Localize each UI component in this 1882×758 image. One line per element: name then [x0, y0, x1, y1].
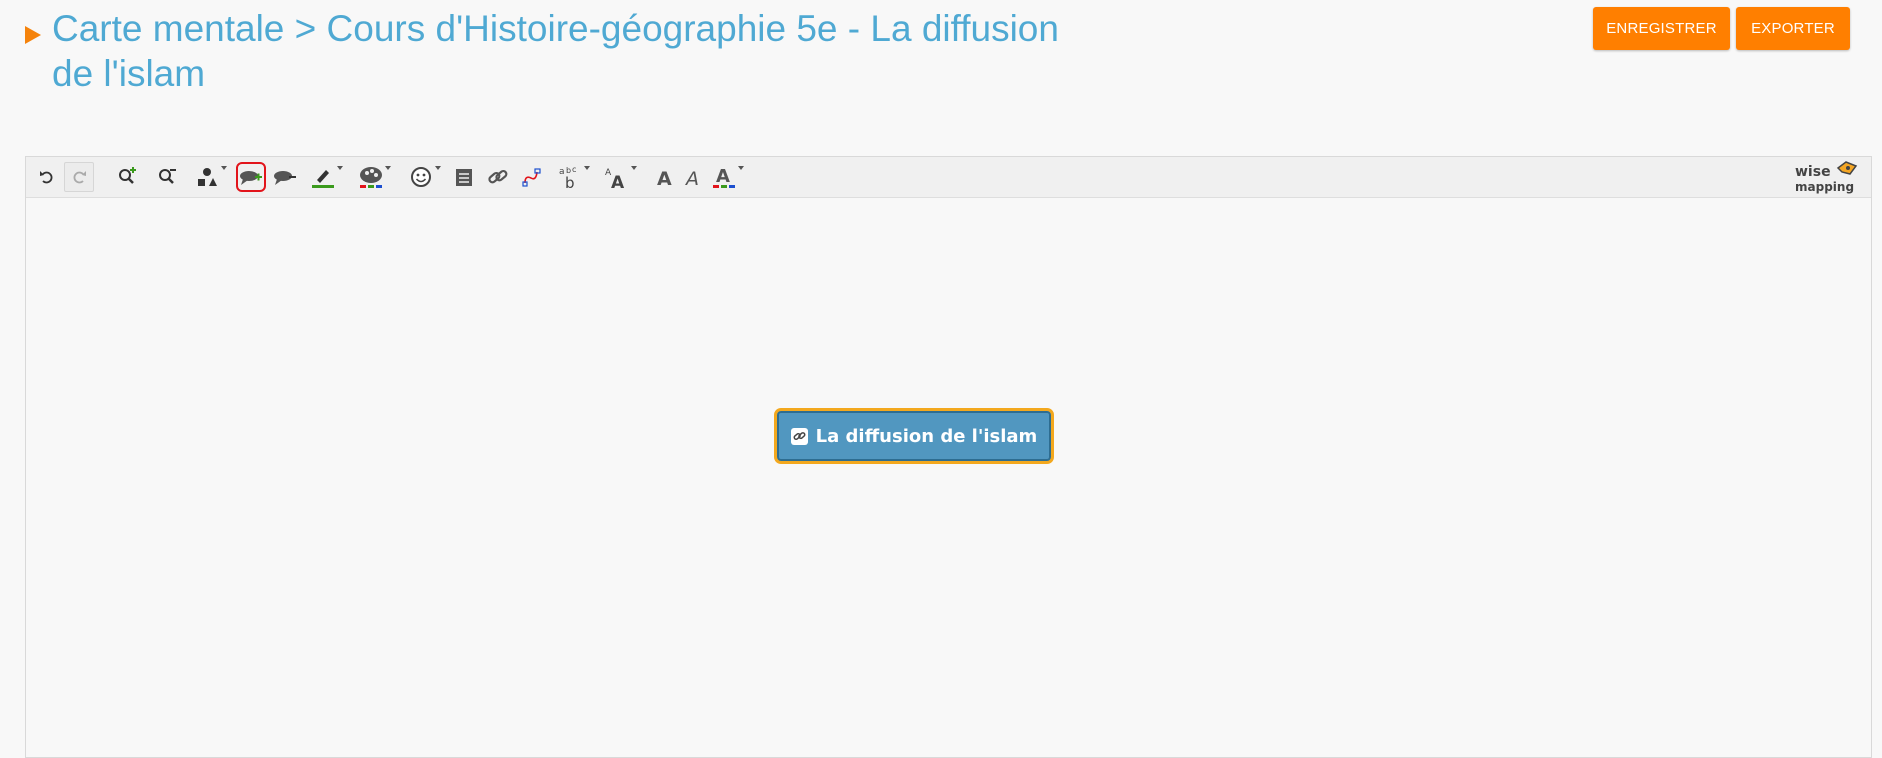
italic-icon[interactable]: A — [679, 162, 709, 192]
svg-text:A: A — [611, 173, 625, 189]
dropdown-caret-icon — [631, 166, 637, 170]
expand-arrow-icon[interactable] — [25, 26, 41, 44]
border-color-icon[interactable] — [308, 162, 343, 192]
emoji-icon[interactable] — [406, 162, 441, 192]
dropdown-caret-icon — [221, 166, 227, 170]
zoom-out-icon[interactable] — [152, 162, 182, 192]
mindmap-canvas[interactable]: La diffusion de l'islam — [26, 198, 1871, 758]
add-topic-icon[interactable] — [236, 162, 266, 192]
svg-text:mapping: mapping — [1795, 180, 1854, 194]
undo-icon[interactable] — [32, 162, 62, 192]
mindmap-editor: abcb AA A A A wise mapping La diffusion … — [25, 156, 1872, 758]
svg-text:A: A — [657, 168, 672, 188]
link-icon[interactable] — [483, 162, 513, 192]
central-topic[interactable]: La diffusion de l'islam — [774, 408, 1054, 464]
svg-text:c: c — [572, 165, 576, 174]
save-button[interactable]: ENREGISTRER — [1593, 7, 1730, 50]
font-family-icon[interactable]: abcb — [555, 162, 590, 192]
note-icon[interactable] — [449, 162, 479, 192]
delete-topic-icon[interactable] — [270, 162, 300, 192]
central-topic-text: La diffusion de l'islam — [815, 425, 1038, 447]
font-size-icon[interactable]: AA — [602, 162, 637, 192]
dropdown-caret-icon — [584, 166, 590, 170]
svg-text:wise: wise — [1795, 164, 1831, 180]
bold-icon[interactable]: A — [650, 162, 680, 192]
font-color-icon[interactable]: A — [709, 162, 744, 192]
dropdown-caret-icon — [385, 166, 391, 170]
svg-text:a: a — [559, 167, 565, 177]
page-title: Carte mentale > Cours d'Histoire-géograp… — [52, 8, 1059, 94]
dropdown-caret-icon — [337, 166, 343, 170]
zoom-in-icon[interactable] — [112, 162, 142, 192]
page-header: Carte mentale > Cours d'Histoire-géograp… — [0, 0, 1882, 140]
wisemapping-logo: wise mapping — [1794, 160, 1860, 194]
link-icon[interactable] — [790, 427, 808, 445]
topic-shape-icon[interactable] — [192, 162, 227, 192]
redo-icon[interactable] — [64, 162, 94, 192]
svg-text:A: A — [684, 168, 699, 188]
background-color-icon[interactable] — [356, 162, 391, 192]
dropdown-caret-icon — [435, 166, 441, 170]
relationship-icon[interactable] — [517, 162, 547, 192]
svg-text:A: A — [716, 166, 730, 187]
export-button[interactable]: EXPORTER — [1736, 7, 1850, 50]
svg-text:b: b — [565, 174, 575, 189]
editor-toolbar: abcb AA A A A wise mapping — [26, 157, 1871, 198]
dropdown-caret-icon — [738, 166, 744, 170]
